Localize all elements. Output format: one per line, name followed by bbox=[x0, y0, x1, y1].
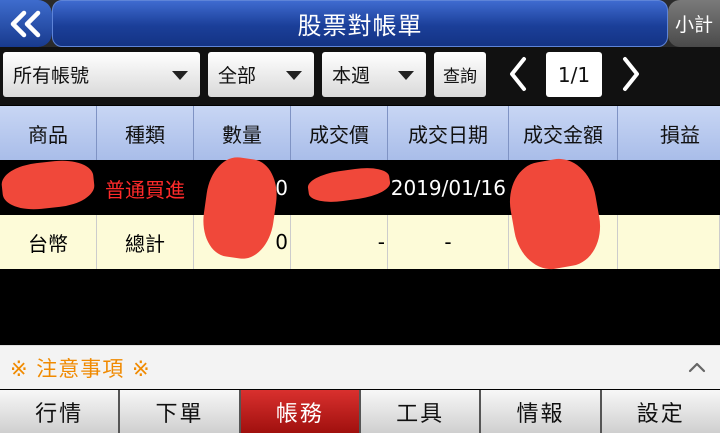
account-select-value: 所有帳號 bbox=[13, 65, 90, 87]
chevron-right-icon bbox=[623, 57, 639, 91]
table-row[interactable]: 台幣 總計 0 - - bbox=[0, 215, 720, 269]
subtotal-button[interactable]: 小計 bbox=[668, 0, 720, 47]
filter-toolbar: 所有帳號 全部 本週 查詢 1/1 bbox=[0, 47, 720, 105]
tab-account[interactable]: 帳務 bbox=[240, 390, 361, 433]
caret-down-icon bbox=[172, 71, 188, 80]
column-header[interactable]: 商品 bbox=[0, 106, 97, 160]
tab-settings[interactable]: 設定 bbox=[601, 390, 720, 433]
double-chevron-left-icon bbox=[10, 10, 41, 37]
cell-price: - bbox=[291, 215, 388, 269]
chevron-up-icon[interactable] bbox=[688, 360, 706, 374]
period-select-value: 本週 bbox=[332, 65, 371, 87]
cell-kind: 總計 bbox=[97, 215, 194, 269]
type-select[interactable]: 全部 bbox=[208, 52, 314, 97]
column-header[interactable]: 成交金額 bbox=[509, 106, 618, 160]
tab-info[interactable]: 情報 bbox=[481, 390, 602, 433]
page-title: 股票對帳單 bbox=[297, 12, 423, 40]
cell-kind: 普通買進 bbox=[97, 161, 194, 215]
page-indicator: 1/1 bbox=[546, 52, 602, 97]
cell-pnl bbox=[618, 215, 720, 269]
caret-down-icon bbox=[286, 71, 302, 80]
back-button[interactable] bbox=[0, 0, 52, 47]
period-select[interactable]: 本週 bbox=[322, 52, 426, 97]
chevron-left-icon bbox=[510, 57, 526, 91]
caret-down-icon bbox=[398, 71, 414, 80]
app-header: 股票對帳單 小計 bbox=[0, 0, 720, 47]
column-header[interactable]: 種類 bbox=[97, 106, 194, 160]
cell-date: - bbox=[388, 215, 509, 269]
account-select[interactable]: 所有帳號 bbox=[3, 52, 200, 97]
column-header[interactable]: 成交價 bbox=[291, 106, 388, 160]
query-button[interactable]: 查詢 bbox=[434, 52, 486, 97]
tab-order[interactable]: 下單 bbox=[120, 390, 241, 433]
bottom-tab-bar: 行情 下單 帳務 工具 情報 設定 bbox=[0, 390, 720, 433]
table-header: 商品 種類 數量 成交價 成交日期 成交金額 損益 bbox=[0, 106, 720, 160]
column-header[interactable]: 損益 bbox=[618, 106, 720, 160]
notice-bar[interactable]: ※ 注意事項 ※ bbox=[0, 345, 720, 389]
prev-page-button[interactable] bbox=[503, 53, 533, 95]
cell-date: 2019/01/16 bbox=[388, 161, 509, 215]
cell-pnl bbox=[618, 161, 720, 215]
column-header[interactable]: 數量 bbox=[194, 106, 291, 160]
tab-quotes[interactable]: 行情 bbox=[0, 390, 121, 433]
next-page-button[interactable] bbox=[616, 53, 646, 95]
cell-product: 台幣 bbox=[0, 215, 97, 269]
notice-label: ※ 注意事項 ※ bbox=[10, 357, 151, 381]
column-header[interactable]: 成交日期 bbox=[388, 106, 509, 160]
type-select-value: 全部 bbox=[218, 65, 257, 87]
tab-tools[interactable]: 工具 bbox=[360, 390, 482, 433]
